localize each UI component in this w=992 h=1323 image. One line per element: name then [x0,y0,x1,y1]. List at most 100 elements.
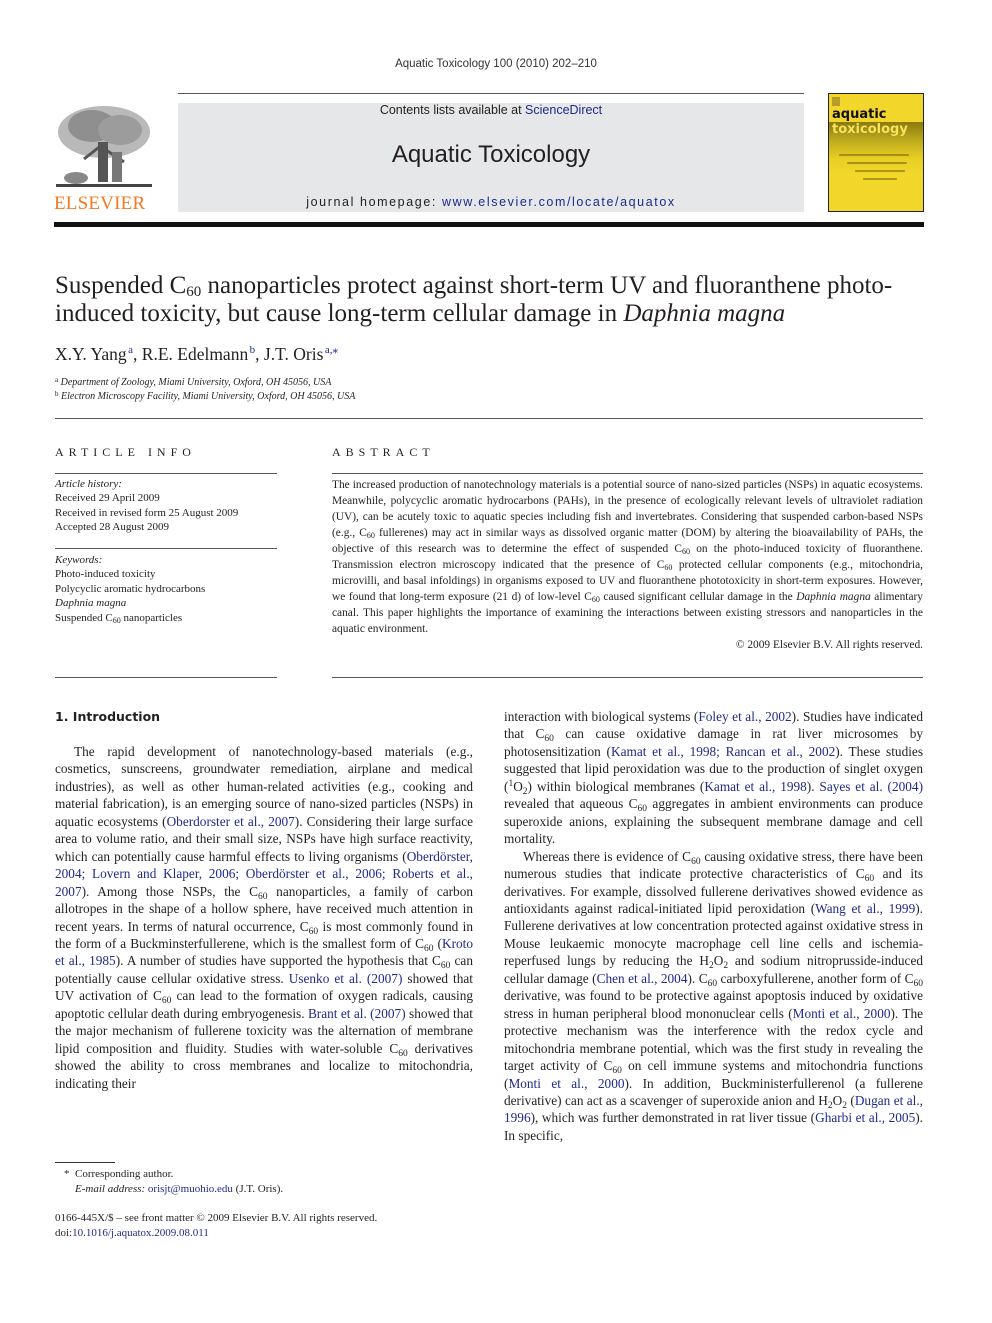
text: ). Among those NSPs, the C [81,883,258,899]
body-column-right: interaction with biological systems (Fol… [504,708,923,1144]
citation-link[interactable]: Gharbi et al., 2005 [815,1110,915,1125]
divider [332,677,923,678]
citation-link[interactable]: Oberdorster et al., 2007 [167,814,295,829]
journal-homepage-line: journal homepage: www.elsevier.com/locat… [178,195,804,209]
author-name[interactable]: X.Y. Yang [55,344,127,364]
author-affiliation-marker[interactable]: b [250,344,256,356]
doi-prefix: doi: [55,1227,73,1239]
cover-title-line2: toxicology [832,122,908,137]
title-species: Daphnia magna [623,300,786,327]
citation-link[interactable]: Foley et al., 2002 [698,709,791,724]
cover-ripple [847,162,907,164]
cover-ripple [839,154,909,156]
text: ). A number of studies have supported th… [115,953,441,969]
footnote-marker: * [64,1168,70,1180]
paragraph: Whereas there is evidence of C60 causing… [504,848,923,1145]
text: ( [846,1092,855,1108]
divider [55,548,277,549]
affiliation-marker: b [55,390,59,398]
citation-link[interactable]: Kamat et al., 1998; Rancan et al., 2002 [611,744,835,759]
text: interaction with biological systems ( [504,709,699,724]
paragraph: interaction with biological systems (Fol… [504,708,923,848]
author-affiliation-marker[interactable]: a [128,344,133,356]
citation-link[interactable]: Monti et al., 2000 [793,1006,891,1021]
homepage-prefix: journal homepage: [306,195,443,209]
keyword-item: Photo-induced toxicity [55,568,156,581]
divider [55,473,277,474]
affiliation-text: Department of Zoology, Miami University,… [60,377,332,388]
citation-link[interactable]: Sayes et al. (2004) [819,779,923,794]
affiliation: a Department of Zoology, Miami Universit… [55,376,332,389]
footnote-rule [55,1162,115,1163]
citation-link[interactable]: Chen et al., 2004 [597,971,688,986]
citation-link[interactable]: Monti et al., 2000 [508,1076,624,1091]
journal-title: Aquatic Toxicology [391,141,591,168]
contents-prefix: Contents lists available at [379,103,526,117]
section-heading-introduction: 1. Introduction [55,709,161,724]
contents-line: Contents lists available at ScienceDirec… [178,103,804,117]
email-label: E-mail address: [75,1182,146,1195]
elsevier-tree-icon [54,104,154,192]
text: Whereas there is evidence of C [523,848,692,864]
subscript: 60 [366,531,375,540]
doi-link[interactable]: 10.1016/j.aquatox.2009.08.011 [72,1227,209,1239]
abstract-copyright: © 2009 Elsevier B.V. All rights reserved… [735,639,923,651]
issn-line: 0166-445X/$ – see front matter © 2009 El… [55,1212,378,1224]
header-rule-top [178,93,804,94]
elsevier-logo[interactable]: ELSEVIER [54,104,156,214]
abstract-span: caused significant cellular damage in th… [599,591,797,603]
article-history-label: Article history: [55,478,122,490]
history-item: Accepted 28 August 2009 [55,521,169,534]
cover-ripple [855,170,905,172]
citation-link[interactable]: Wang et al., 1999 [815,901,915,916]
divider [55,418,923,419]
article-title: Suspended C60 nanoparticles protect agai… [55,272,935,328]
divider [332,473,923,474]
keyword-item: Suspended C60 nanoparticles [55,611,183,625]
journal-header-box: Contents lists available at ScienceDirec… [178,103,804,212]
keywords-label: Keywords: [55,554,103,566]
citation-link[interactable]: Kamat et al., 1998 [704,779,806,794]
text: ) within biological membranes ( [527,778,705,794]
cover-ripple [863,178,897,180]
footnotes: * Corresponding author. E-mail address: … [55,1167,475,1196]
abstract-text: The increased production of nanotechnolo… [332,477,923,653]
author-name[interactable]: R.E. Edelmann [142,344,248,364]
corresponding-author-note: * Corresponding author. [55,1167,475,1182]
doi-line: doi:10.1016/j.aquatox.2009.08.011 [55,1226,475,1241]
front-matter: 0166-445X/$ – see front matter © 2009 El… [55,1211,475,1241]
footnote-text: Corresponding author. [75,1168,174,1180]
author-name[interactable]: J.T. Oris [264,344,323,364]
paragraph: The rapid development of nanotechnology-… [55,743,473,1092]
affiliation-marker: a [55,376,59,384]
sciencedirect-link[interactable]: ScienceDirect [525,103,602,117]
text: ), which was further demonstrated in rat… [530,1110,816,1126]
keyword-item: Daphnia magna [55,597,127,610]
title-subscript: 60 [186,284,202,300]
body-column-left: The rapid development of nanotechnology-… [55,743,473,1092]
header-rule-thick [54,222,924,227]
citation-link[interactable]: Usenko et al. (2007) [289,971,403,986]
subscript: 60 [112,615,121,625]
affiliation: b Electron Microscopy Facility, Miami Un… [55,390,356,403]
email-link[interactable]: orisjt@muohio.edu [148,1183,233,1195]
text: O [832,1092,843,1108]
author-affiliation-marker[interactable]: a,⁎ [325,344,338,356]
citation-link[interactable]: Brant et al. (2007) [308,1006,406,1021]
journal-cover-image[interactable]: aquatic toxicology [828,93,924,212]
subscript: 60 [591,595,600,604]
journal-homepage-link[interactable]: www.elsevier.com/locate/aquatox [442,195,676,209]
email-suffix: (J.T. Oris). [232,1182,284,1195]
subscript: 60 [682,547,691,556]
history-item: Received in revised form 25 August 2009 [55,506,239,519]
abstract-species: Daphnia magna [796,591,871,603]
text: O [513,778,523,794]
article-history: Article history: Received 29 April 2009 … [55,477,277,535]
text: carboxyfullerene, another form of C [717,970,914,986]
keywords: Keywords: Photo-induced toxicity Polycyc… [55,553,277,625]
affiliation-text: Electron Microscopy Facility, Miami Univ… [61,391,356,402]
abstract-heading: ABSTRACT [332,445,435,459]
keyword-item: Polycyclic aromatic hydrocarbons [55,582,206,595]
text: ( [433,935,442,951]
text: ). [806,778,820,794]
